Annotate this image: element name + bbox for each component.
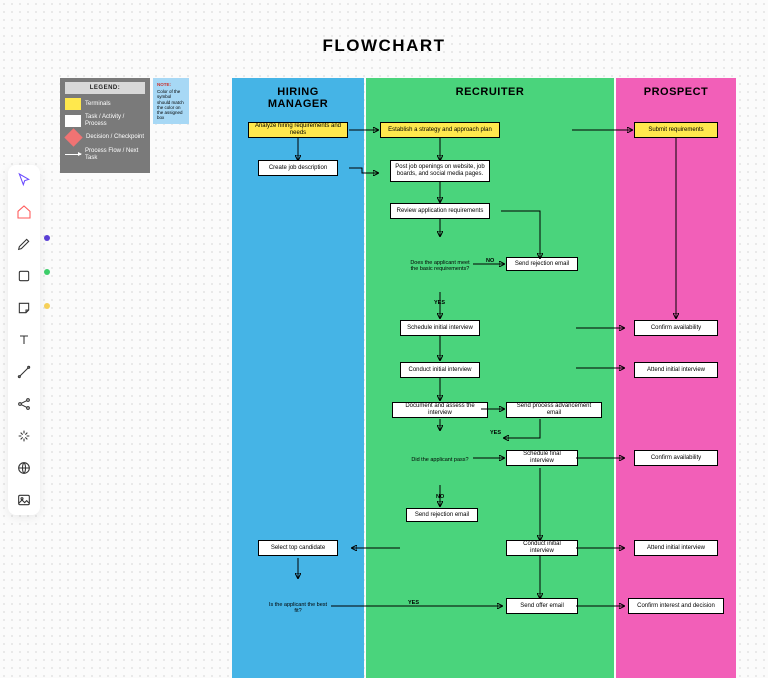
legend-item-decision: Decision / Checkpoint [65,131,145,144]
color-dot-1[interactable] [44,235,50,241]
tool-sidebar [8,165,40,515]
node-rc-decision-pass[interactable]: Did the applicant pass? [402,422,478,498]
edge-label-no2: NO [436,494,444,500]
node-rc-reject2[interactable]: Send rejection email [406,508,478,522]
sticky-note-icon[interactable] [15,299,33,317]
legend-item-task: Task / Activity / Process [65,114,145,127]
node-pr-confirm2[interactable]: Confirm availability [634,450,718,466]
legend-item-terminals: Terminals [65,98,145,110]
color-dot-3[interactable] [44,303,50,309]
text-icon[interactable] [15,331,33,349]
note-panel: NOTE: Color of the symbol should match t… [153,78,189,124]
node-hm-analyze[interactable]: Analyze hiring requirements and needs [248,122,348,138]
node-rc-decision-basic[interactable]: Does the applicant meet the basic requir… [402,228,478,304]
lane-header-rc: RECRUITER [366,84,614,108]
edge-label-yes: YES [434,300,445,306]
node-rc-document[interactable]: Document and assess the interview [392,402,488,418]
node-rc-strategy[interactable]: Establish a strategy and approach plan [380,122,500,138]
edge-label-yes2: YES [490,430,501,436]
connector-icon[interactable] [15,363,33,381]
node-rc-advance[interactable]: Send process advancement email [506,402,602,418]
color-dots [44,235,50,309]
note-title: NOTE: [157,82,185,87]
edge-label-yes3: YES [408,600,419,606]
cursor-icon[interactable] [15,171,33,189]
home-icon[interactable] [15,203,33,221]
node-rc-reject1[interactable]: Send rejection email [506,257,578,271]
node-hm-create[interactable]: Create job description [258,160,338,176]
globe-icon[interactable] [15,459,33,477]
color-dot-2[interactable] [44,269,50,275]
note-body: Color of the symbol should match the col… [157,89,185,120]
legend-panel: LEGEND: Terminals Task / Activity / Proc… [60,78,150,173]
node-hm-decision-bestfit[interactable]: Is the applicant the best fit? [260,570,336,646]
lane-header-hm: HIRING MANAGER [232,84,364,120]
square-icon[interactable] [15,267,33,285]
node-pr-attend2[interactable]: Attend initial interview [634,540,718,556]
pen-icon[interactable] [15,235,33,253]
node-rc-sched-final[interactable]: Schedule final interview [506,450,578,466]
node-pr-attend1[interactable]: Attend initial interview [634,362,718,378]
share-icon[interactable] [15,395,33,413]
lane-header-pr: PROSPECT [616,84,736,108]
sparkle-icon[interactable] [15,427,33,445]
node-rc-conduct2[interactable]: Conduct initial interview [506,540,578,556]
legend-item-flow: Process Flow / Next Task [65,148,145,161]
node-rc-review[interactable]: Review application requirements [390,203,490,219]
node-pr-submit[interactable]: Submit requirements [634,122,718,138]
edge-label-no: NO [486,258,494,264]
node-pr-confirm1[interactable]: Confirm availability [634,320,718,336]
node-rc-post[interactable]: Post job openings on website, job boards… [390,160,490,182]
node-pr-confirm-interest[interactable]: Confirm interest and decision [628,598,724,614]
lane-prospect: PROSPECT [616,78,736,678]
node-rc-conduct[interactable]: Conduct initial interview [400,362,480,378]
legend-title: LEGEND: [65,82,145,94]
image-icon[interactable] [15,491,33,509]
page-title: FLOWCHART [0,36,768,56]
node-rc-schedule[interactable]: Schedule initial interview [400,320,480,336]
node-rc-offer[interactable]: Send offer email [506,598,578,614]
node-hm-select[interactable]: Select top candidate [258,540,338,556]
